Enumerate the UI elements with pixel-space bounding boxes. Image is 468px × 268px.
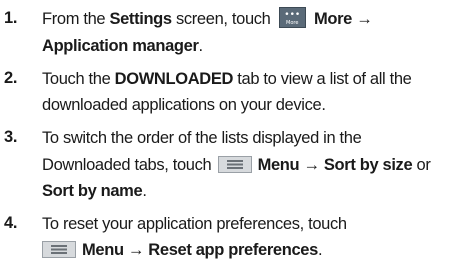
step-text: tab to view a list of all the <box>233 70 412 88</box>
step-bold-text: Menu → Sort by size <box>257 156 413 174</box>
step-text: To reset your application preferences, t… <box>42 215 347 233</box>
step-line: Downloaded tabs, touch Menu → Sort by si… <box>42 155 431 175</box>
menu-icon <box>217 156 252 174</box>
step-bold-text: More → <box>313 10 373 28</box>
step-bold-text: Sort by name <box>42 182 143 200</box>
step-number: 1. <box>4 9 18 27</box>
menu-icon <box>42 241 76 259</box>
step-text: . <box>198 37 204 55</box>
step-text: Downloaded tabs, touch <box>42 156 212 174</box>
step-text: or <box>412 156 431 174</box>
step-line: Touch the DOWNLOADED tab to view a list … <box>42 69 412 89</box>
more-icon: ••• More <box>278 7 306 29</box>
step-line: Menu → Reset app preferences. <box>42 240 323 260</box>
step-line: Application manager. <box>42 36 203 56</box>
step-line: To switch the order of the lists display… <box>42 128 362 148</box>
more-icon-caption: More <box>286 20 299 27</box>
step-number: 4. <box>4 214 18 232</box>
step-line: From the Settings screen, touch ••• More… <box>42 7 373 30</box>
step-number: 3. <box>4 128 18 146</box>
step-text: . <box>142 182 147 200</box>
step-text: downloaded applications on your device. <box>42 96 326 114</box>
step-bold-text: Settings <box>109 10 172 28</box>
step-line: downloaded applications on your device. <box>42 95 326 115</box>
step-line: To reset your application preferences, t… <box>42 214 347 234</box>
step-bold-text: Menu → Reset app preferences <box>82 241 318 259</box>
step-line: Sort by name. <box>42 181 147 201</box>
step-bold-text: DOWNLOADED <box>114 70 234 88</box>
more-icon-dots: ••• <box>284 10 301 21</box>
step-text: . <box>317 241 323 259</box>
step-bold-text: Application manager <box>42 37 199 55</box>
step-text: screen, touch <box>171 10 271 28</box>
step-number: 2. <box>4 69 18 87</box>
step-text: From the <box>42 10 110 28</box>
step-text: Touch the <box>42 70 115 88</box>
step-text: To switch the order of the lists display… <box>42 129 362 147</box>
